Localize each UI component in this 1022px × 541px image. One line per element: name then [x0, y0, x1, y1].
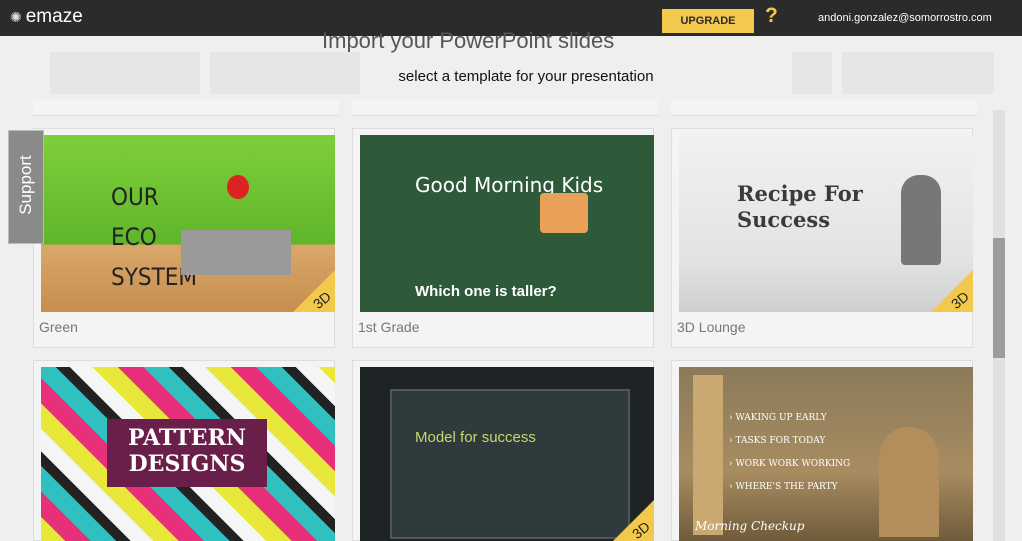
template-card-3d-lounge[interactable]: Recipe For Success 3D 3D Lounge — [671, 128, 973, 348]
template-name: Green — [39, 319, 78, 335]
template-name: 3D Lounge — [677, 319, 746, 335]
city-shape — [181, 230, 291, 275]
user-email[interactable]: andoni.gonzalez@somorrostro.com — [818, 12, 992, 24]
scrollbar-thumb[interactable] — [993, 238, 1005, 358]
3d-badge — [931, 270, 973, 312]
checklist-item: › WHERE'S THE PARTY — [729, 482, 838, 492]
board-shape — [540, 193, 588, 233]
card-row-edge — [671, 100, 977, 116]
template-thumbnail: PATTERN DESIGNS — [41, 367, 335, 541]
template-thumbnail: OUR ECO SYSTEM 3D — [41, 135, 335, 312]
thumb-checklist: › WAKING UP EARLY › TASKS FOR TODAY › WO… — [729, 407, 850, 499]
template-thumbnail: Good Morning Kids Which one is taller? — [360, 135, 654, 312]
help-icon[interactable]: ? — [765, 4, 778, 28]
logo-text: emaze — [25, 6, 83, 27]
tower-shape — [693, 375, 723, 535]
template-card-green[interactable]: OUR ECO SYSTEM 3D Green — [33, 128, 335, 348]
upgrade-button[interactable]: UPGRADE — [662, 9, 754, 33]
support-tab[interactable]: Support — [8, 130, 44, 244]
thumb-title: Recipe For Success — [737, 181, 863, 232]
card-row-edge — [352, 100, 658, 116]
board-shape — [390, 389, 630, 539]
template-name: 1st Grade — [358, 319, 420, 335]
thumb-title: Morning Checkup — [695, 519, 805, 533]
template-thumbnail: Recipe For Success 3D — [679, 135, 973, 312]
template-card-morning[interactable]: › WAKING UP EARLY › TASKS FOR TODAY › WO… — [671, 360, 973, 541]
template-card-model[interactable]: Model for success 3D — [352, 360, 654, 541]
apple-shape — [227, 175, 249, 199]
background-title: Import your PowerPoint slides — [322, 28, 615, 53]
support-label: Support — [16, 155, 35, 215]
modal-title: select a template for your presentation — [398, 68, 654, 85]
checklist-item: › TASKS FOR TODAY — [729, 436, 826, 446]
dome-shape — [879, 427, 939, 537]
checklist-item: › WORK WORK WORKING — [729, 459, 851, 469]
template-card-1st-grade[interactable]: Good Morning Kids Which one is taller? 1… — [352, 128, 654, 348]
template-card-pattern[interactable]: PATTERN DESIGNS — [33, 360, 335, 541]
checklist-item: › WAKING UP EARLY — [729, 413, 827, 423]
template-thumbnail: Model for success 3D — [360, 367, 654, 541]
modal-header: select a template for your presentation — [0, 58, 1022, 98]
3d-badge — [293, 270, 335, 312]
person-shape — [901, 175, 941, 265]
template-thumbnail: › WAKING UP EARLY › TASKS FOR TODAY › WO… — [679, 367, 973, 541]
emaze-logo-icon: ✺ — [10, 8, 22, 25]
thumb-title: Model for success — [415, 429, 536, 446]
scrollbar[interactable] — [993, 110, 1005, 541]
thumb-title: PATTERN DESIGNS — [128, 425, 246, 477]
card-row-edge — [33, 100, 339, 116]
emaze-logo[interactable]: ✺ emaze — [10, 6, 83, 28]
thumb-subtitle: Which one is taller? — [415, 283, 557, 300]
